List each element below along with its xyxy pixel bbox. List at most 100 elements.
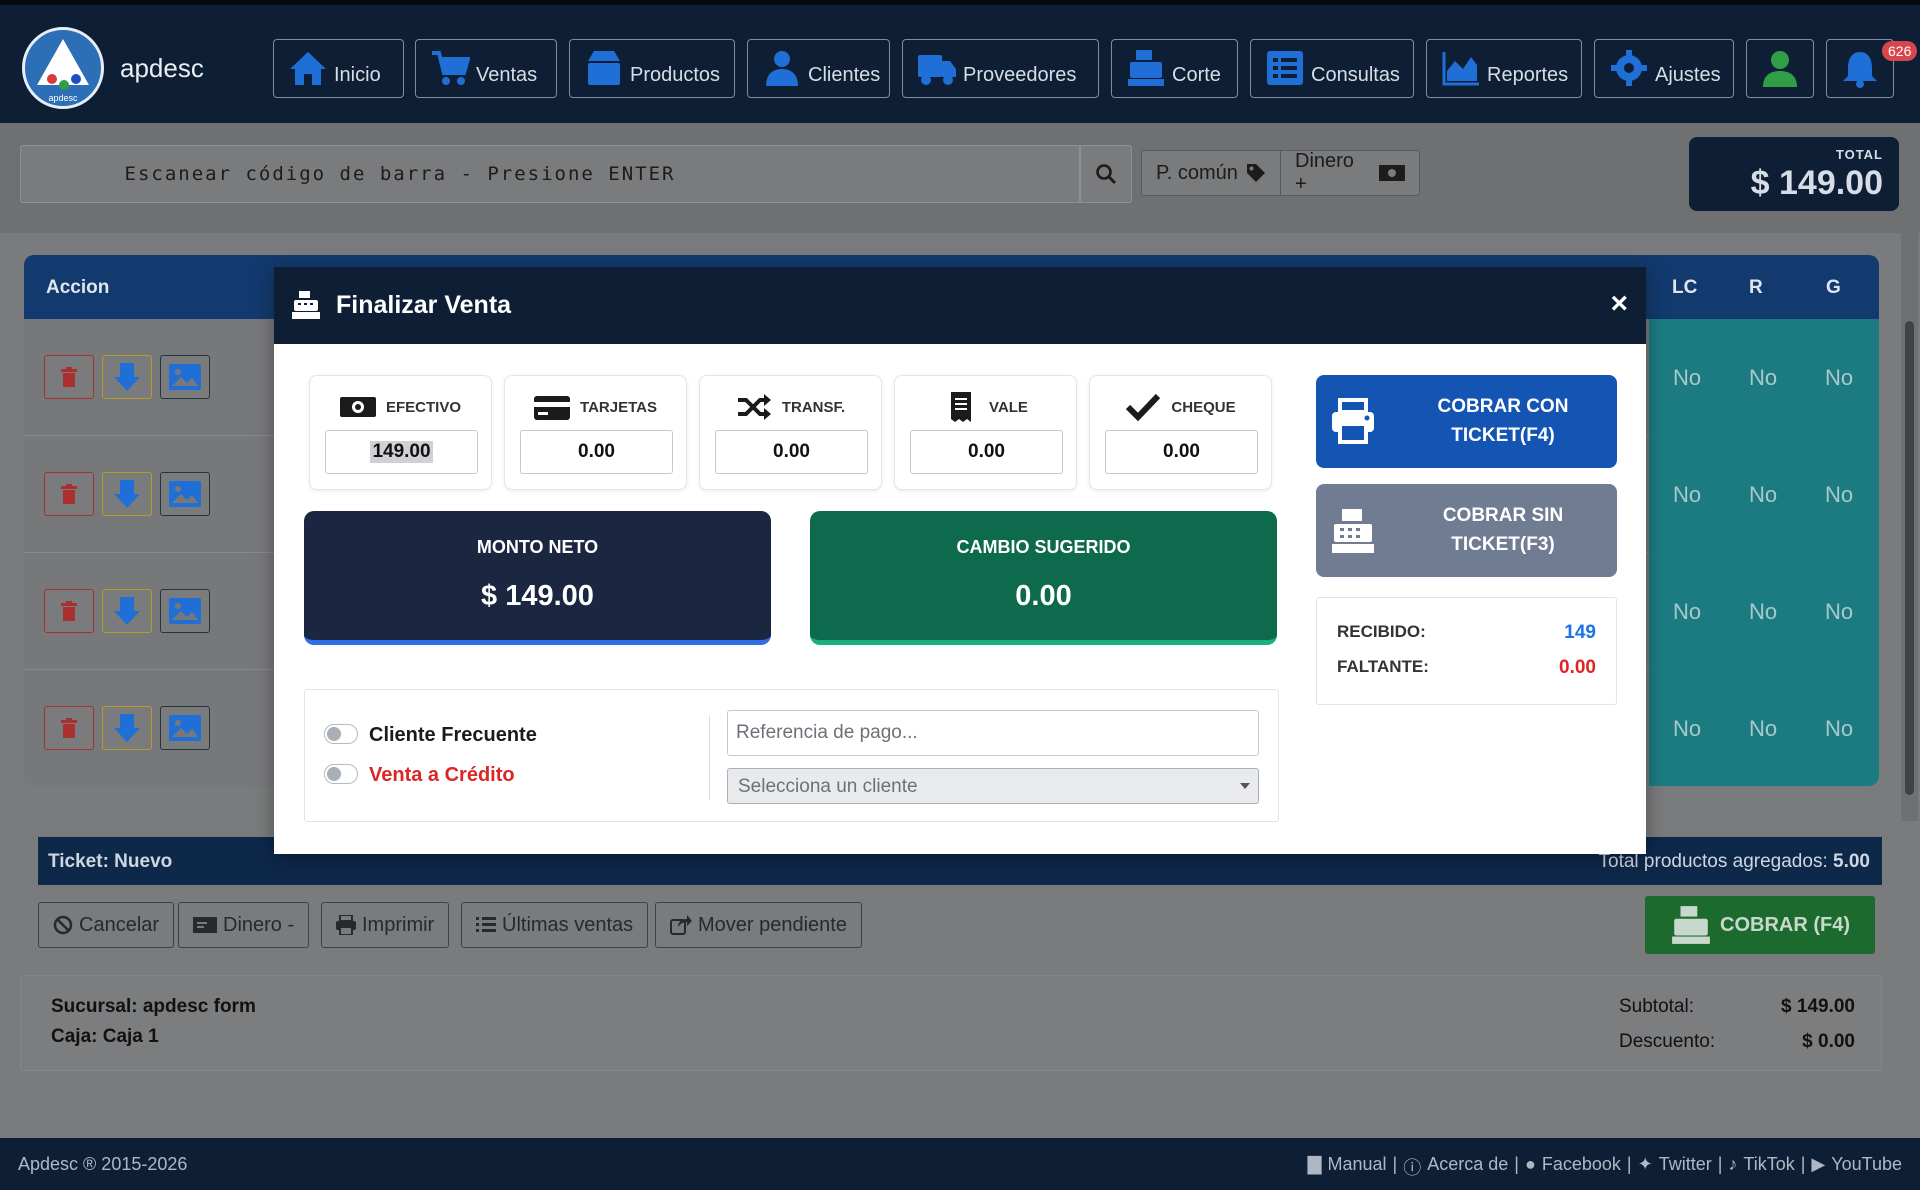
cash-input[interactable]: 149.00 — [325, 430, 478, 474]
trash-icon — [61, 367, 77, 387]
voucher-input[interactable]: 0.00 — [910, 430, 1063, 474]
nav-label: Ajustes — [1655, 64, 1721, 86]
delete-button[interactable] — [44, 472, 94, 516]
credit-sale-toggle[interactable] — [324, 764, 358, 784]
image-button[interactable] — [160, 355, 210, 399]
search-button[interactable] — [1080, 145, 1132, 203]
footer-link-tiktok[interactable]: TikTok — [1743, 1154, 1794, 1180]
delete-button[interactable] — [44, 355, 94, 399]
cell-r: No — [1749, 365, 1778, 390]
close-button[interactable]: × — [1610, 287, 1628, 321]
footer-link-facebook[interactable]: Facebook — [1542, 1154, 1621, 1180]
brand[interactable]: apdesc apdesc — [22, 27, 204, 109]
twitter-icon: ✦ — [1637, 1154, 1653, 1174]
cash-register-icon — [1672, 906, 1710, 944]
shuffle-icon — [737, 394, 771, 420]
cart-icon — [430, 49, 470, 87]
image-button[interactable] — [160, 706, 210, 750]
frequent-client-toggle[interactable] — [324, 724, 358, 744]
trash-icon — [61, 601, 77, 621]
delete-button[interactable] — [44, 706, 94, 750]
client-select[interactable]: Selecciona un cliente — [727, 768, 1259, 804]
nav-ajustes[interactable]: Ajustes — [1594, 39, 1734, 98]
check-input[interactable]: 0.00 — [1105, 430, 1258, 474]
nav-label: Consultas — [1311, 64, 1400, 86]
nav-consultas[interactable]: Consultas — [1250, 39, 1414, 98]
footer-link-about[interactable]: Acerca de — [1427, 1154, 1508, 1180]
vertical-scrollbar[interactable] — [1901, 233, 1918, 821]
payment-card-voucher: VALE 0.00 — [894, 375, 1077, 490]
image-icon — [169, 715, 201, 741]
nav-productos[interactable]: Productos — [569, 39, 735, 98]
price-mode-button[interactable]: P. común — [1141, 150, 1281, 196]
footer-link-youtube[interactable]: YouTube — [1831, 1154, 1902, 1180]
facebook-icon: ● — [1524, 1154, 1536, 1174]
user-icon — [1760, 50, 1800, 88]
money-in-button[interactable]: Dinero + — [1280, 150, 1420, 196]
barcode-search-input[interactable]: Escanear código de barra - Presione ENTE… — [20, 145, 1080, 203]
list-icon — [1265, 49, 1305, 87]
move-pending-button[interactable]: Mover pendiente — [655, 902, 862, 948]
subtotal-label: Subtotal: — [1619, 996, 1694, 1017]
search-icon — [1096, 164, 1117, 185]
cash-register-icon — [1332, 509, 1374, 553]
scrollbar-thumb[interactable] — [1905, 321, 1914, 795]
cell-lc: No — [1673, 482, 1702, 507]
discount-button[interactable] — [102, 472, 152, 516]
discount-value: $ 0.00 — [1802, 1031, 1855, 1052]
image-button[interactable] — [160, 472, 210, 516]
money-out-button[interactable]: Dinero - — [178, 902, 310, 948]
sale-info-card: Sucursal: apdesc form Caja: Caja 1 Subto… — [20, 975, 1882, 1071]
image-button[interactable] — [160, 589, 210, 633]
nav-proveedores[interactable]: Proveedores — [902, 39, 1099, 98]
cell-lc: No — [1673, 599, 1702, 624]
cash-value: 149.00 — [370, 441, 433, 463]
charge-with-ticket-button[interactable]: COBRAR CON TICKET(F4) — [1316, 375, 1617, 468]
payment-label: EFECTIVO — [385, 398, 461, 416]
nav-clientes[interactable]: Clientes — [747, 39, 890, 98]
search-row: Escanear código de barra - Presione ENTE… — [0, 123, 1920, 233]
discount-arrow-icon — [114, 714, 140, 742]
missing-label: FALTANTE: — [1337, 657, 1429, 676]
received-value: 149 — [1564, 622, 1596, 643]
nav-reportes[interactable]: Reportes — [1426, 39, 1582, 98]
cancel-button[interactable]: Cancelar — [38, 902, 175, 948]
user-menu-button[interactable] — [1746, 39, 1814, 98]
charge-without-ticket-label: COBRAR SIN TICKET(F3) — [1442, 505, 1564, 555]
charge-without-ticket-button[interactable]: COBRAR SIN TICKET(F3) — [1316, 484, 1617, 577]
nav-ventas[interactable]: Ventas — [415, 39, 557, 98]
footer-link-manual[interactable]: Manual — [1328, 1154, 1387, 1180]
nav-label: Reportes — [1487, 64, 1569, 86]
tag-icon — [1246, 164, 1265, 182]
discount-button[interactable] — [102, 355, 152, 399]
last-sales-button[interactable]: Últimas ventas — [461, 902, 649, 948]
transfer-input[interactable]: 0.00 — [715, 430, 868, 474]
cash-register-icon — [1126, 49, 1166, 87]
finalize-sale-modal: Finalizar Venta × EFECTIVO 149.00 TARJET… — [274, 267, 1646, 854]
col-r: R — [1749, 277, 1763, 298]
nav-inicio[interactable]: Inicio — [273, 39, 404, 98]
payment-reference-input[interactable]: Referencia de pago... — [727, 710, 1259, 756]
charge-button[interactable]: COBRAR (F4) — [1645, 896, 1875, 954]
cancel-label: Cancelar — [79, 913, 160, 936]
cell-g: No — [1825, 365, 1854, 390]
payment-card-check: CHEQUE 0.00 — [1089, 375, 1272, 490]
print-button[interactable]: Imprimir — [321, 902, 450, 948]
tiktok-icon: ♪ — [1728, 1154, 1738, 1174]
discount-arrow-icon — [114, 480, 140, 508]
modal-title: Finalizar Venta — [336, 291, 512, 319]
money-out-label: Dinero - — [223, 913, 295, 936]
share-square-icon — [670, 915, 692, 935]
payment-label: VALE — [989, 398, 1028, 416]
footer-link-twitter[interactable]: Twitter — [1659, 1154, 1712, 1180]
payment-summary-card: RECIBIDO: 149 FALTANTE: 0.00 — [1316, 597, 1617, 705]
payment-label: TARJETAS — [580, 398, 657, 416]
money-bill-icon — [1379, 165, 1405, 181]
money-bill-icon — [193, 917, 217, 933]
discount-button[interactable] — [102, 706, 152, 750]
col-g: G — [1826, 277, 1841, 298]
delete-button[interactable] — [44, 589, 94, 633]
discount-button[interactable] — [102, 589, 152, 633]
cards-input[interactable]: 0.00 — [520, 430, 673, 474]
nav-corte[interactable]: Corte — [1111, 39, 1238, 98]
